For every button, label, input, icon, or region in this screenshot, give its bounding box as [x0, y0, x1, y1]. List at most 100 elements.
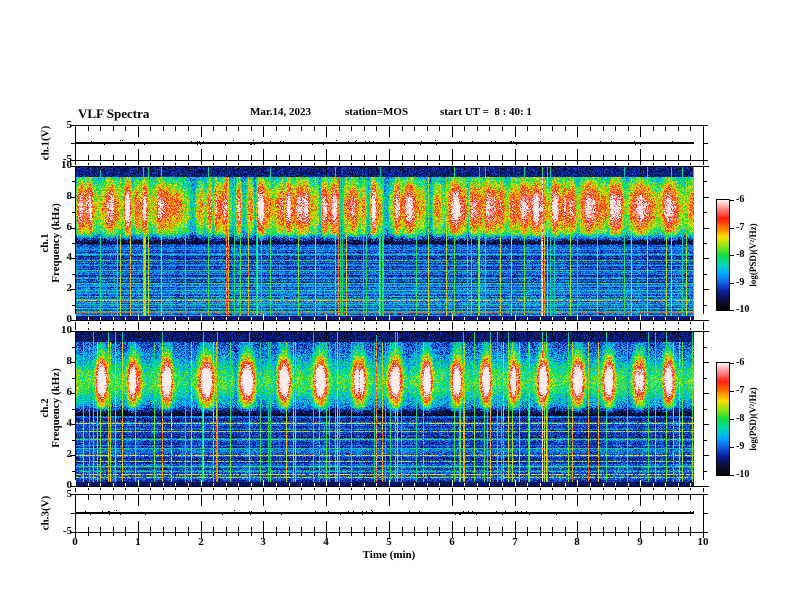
tick-mark [238, 317, 239, 320]
tick-mark [540, 533, 541, 536]
tick-mark [213, 533, 214, 536]
tick-mark [188, 328, 189, 330]
tick-mark [590, 126, 591, 131]
tick-mark [301, 317, 302, 320]
tick-mark [653, 126, 654, 131]
tick-mark [289, 126, 290, 131]
tick-mark [615, 322, 616, 324]
tick-mark [100, 332, 101, 335]
tick-mark [439, 527, 440, 532]
tick-mark [213, 488, 214, 490]
tick-mark [502, 167, 503, 170]
tick-mark [201, 495, 202, 506]
tick-mark [527, 126, 528, 131]
tick-mark [690, 163, 691, 165]
tick-mark [628, 495, 629, 500]
tick-mark [289, 322, 290, 324]
tick-mark [515, 480, 516, 486]
tick-mark [376, 328, 377, 330]
tick-mark [75, 332, 76, 338]
tick-mark [678, 317, 679, 320]
tick-mark [113, 533, 114, 536]
colorbar-tick-label: -7 [736, 385, 745, 396]
tick-mark [704, 258, 709, 259]
tick-mark [489, 155, 490, 160]
tick-mark [72, 347, 75, 348]
tick-mark [238, 332, 239, 335]
tick-mark [402, 167, 403, 170]
tick-mark [72, 305, 75, 306]
tick-mark [565, 527, 566, 532]
tick-mark [163, 317, 164, 320]
tick-mark [339, 527, 340, 532]
tick-mark [376, 317, 377, 320]
tick-mark [201, 167, 202, 173]
colorbar-tick-label: -10 [736, 304, 750, 315]
tick-mark [138, 326, 139, 330]
tick-mark [678, 322, 679, 324]
tick-mark [376, 488, 377, 490]
tick-mark [376, 163, 377, 165]
tick-mark [163, 167, 164, 170]
tick-mark [339, 533, 340, 536]
tick-mark [351, 332, 352, 335]
tick-mark [351, 533, 352, 536]
ch3-voltage-trace [76, 495, 694, 532]
tick-mark [402, 126, 403, 131]
tick-mark [628, 332, 629, 335]
tick-mark [690, 483, 691, 486]
tick-mark [175, 495, 176, 500]
tick-mark [489, 167, 490, 170]
tick-mark [251, 488, 252, 490]
tick-mark [502, 533, 503, 536]
tick-mark [351, 328, 352, 330]
tick-mark [314, 483, 315, 486]
tick-mark [100, 322, 101, 324]
tick-mark [188, 527, 189, 532]
tick-mark [414, 317, 415, 320]
tick-mark [628, 126, 629, 131]
tick-mark [175, 527, 176, 532]
tick-mark [376, 155, 377, 160]
tick-mark [704, 228, 709, 229]
tick-mark [477, 488, 478, 490]
tick-mark [464, 527, 465, 532]
figure-title: VLF Spectra [78, 106, 150, 121]
tick-mark [527, 495, 528, 500]
tick-mark [603, 155, 604, 160]
tick-mark [665, 322, 666, 324]
tick-mark [615, 483, 616, 486]
tick-mark [175, 163, 176, 165]
tick-mark [226, 495, 227, 500]
tick-mark [489, 533, 490, 536]
tick-mark [640, 521, 641, 532]
tick-mark [238, 126, 239, 131]
tick-mark [389, 495, 390, 506]
tick-mark [402, 328, 403, 330]
tick-mark [226, 483, 227, 486]
tick-mark [653, 527, 654, 532]
tick-mark [175, 317, 176, 320]
tick-mark [704, 320, 709, 321]
tick-mark [276, 163, 277, 165]
tick-mark [113, 322, 114, 324]
tick-mark [565, 328, 566, 330]
tick-mark [175, 483, 176, 486]
ch1-frequency-axis-label: ch.1 Frequency (kHz) [39, 203, 62, 283]
tick-mark [603, 527, 604, 532]
colorbar-tick-label: -6 [736, 194, 745, 205]
tick-mark [175, 328, 176, 330]
tick-mark [314, 322, 315, 324]
tick-mark [439, 332, 440, 335]
tick-mark [326, 332, 327, 338]
tick-mark [603, 488, 604, 490]
tick-mark [351, 488, 352, 490]
tick-mark [678, 527, 679, 532]
tick-mark [527, 527, 528, 532]
tick-mark [201, 521, 202, 532]
tick-mark [226, 167, 227, 170]
tick-mark [427, 328, 428, 330]
tick-mark [552, 155, 553, 160]
tick-mark [665, 533, 666, 536]
tick-mark [289, 533, 290, 536]
